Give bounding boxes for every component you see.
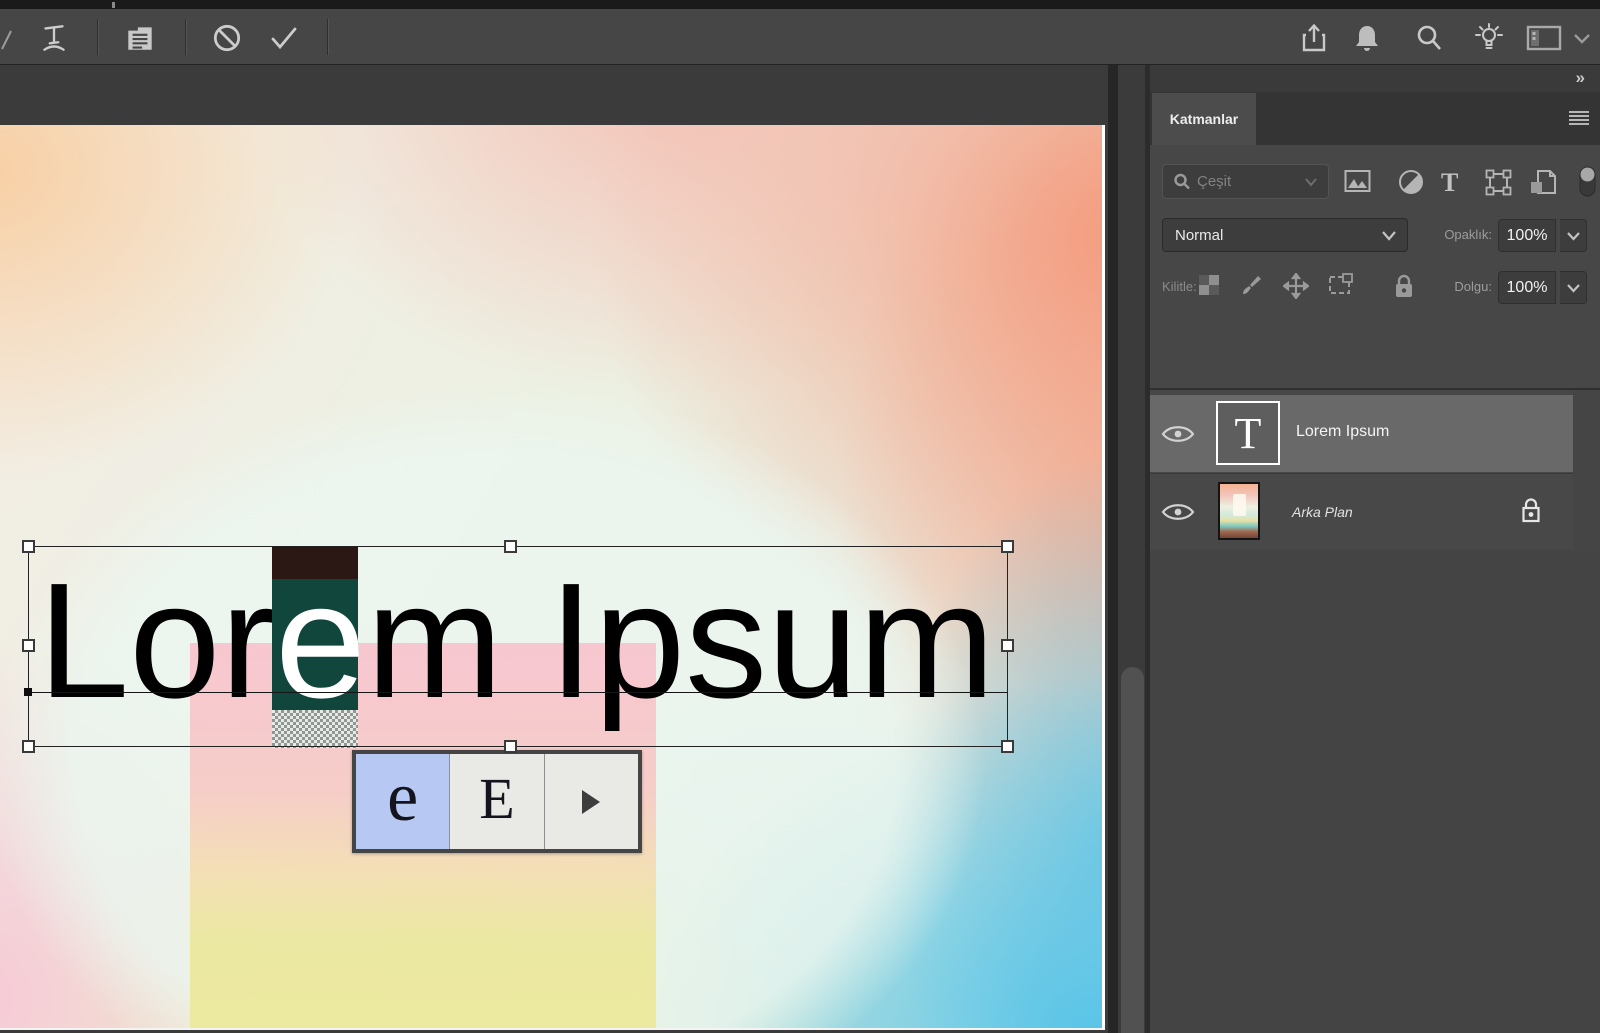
glyph-expand-button[interactable] bbox=[545, 754, 638, 849]
discover-icon[interactable] bbox=[1471, 20, 1507, 56]
pasteboard: Lorem Ipsum Lorem Ipsum e E bbox=[0, 65, 1148, 1033]
commit-edit-icon[interactable] bbox=[266, 20, 302, 56]
handle-bottom-left[interactable] bbox=[22, 740, 35, 753]
text-after-selection: m Ipsum bbox=[366, 549, 995, 732]
panel-header-strip: » bbox=[1150, 65, 1600, 92]
layer-filter-dropdown[interactable]: Çeşit bbox=[1162, 164, 1329, 199]
cancel-edit-icon[interactable] bbox=[209, 20, 245, 56]
chevron-down-icon[interactable] bbox=[1570, 20, 1594, 56]
filter-toggle-icon[interactable] bbox=[1577, 165, 1598, 198]
handle-middle-left[interactable] bbox=[22, 639, 35, 652]
text-baseline bbox=[28, 692, 1007, 693]
text-before-selection: Lor bbox=[38, 549, 275, 732]
thumbnail-T-glyph: T bbox=[1235, 408, 1262, 459]
filter-smart-object-icon[interactable] bbox=[1529, 169, 1557, 196]
baseline-marker bbox=[24, 688, 32, 696]
workspace-icon[interactable] bbox=[1524, 20, 1564, 56]
blend-mode-select[interactable]: Normal bbox=[1162, 218, 1408, 252]
lock-artboard-icon[interactable] bbox=[1326, 273, 1353, 297]
glyph-option-E[interactable]: E bbox=[450, 754, 544, 849]
lock-pixels-icon[interactable] bbox=[1240, 273, 1264, 297]
share-icon[interactable] bbox=[1296, 20, 1332, 56]
panel-tab-bar: Katmanlar bbox=[1150, 92, 1600, 145]
fill-label: Dolgu: bbox=[1428, 279, 1492, 294]
layer-name[interactable]: Arka Plan bbox=[1292, 504, 1353, 520]
background-layer-thumbnail[interactable] bbox=[1218, 482, 1260, 540]
opacity-dropdown-button[interactable] bbox=[1560, 219, 1587, 252]
warp-text-icon[interactable] bbox=[36, 20, 72, 56]
handle-bottom-center[interactable] bbox=[504, 740, 517, 753]
visibility-eye-icon[interactable] bbox=[1160, 421, 1196, 447]
filter-image-icon[interactable] bbox=[1344, 169, 1371, 193]
glyph-alternatives-popup: e E bbox=[352, 750, 642, 853]
canvas-edge-gap bbox=[1108, 65, 1118, 1033]
expand-triangle-icon bbox=[582, 790, 600, 814]
chevron-down-icon bbox=[1381, 230, 1397, 241]
layer-name[interactable]: Lorem Ipsum bbox=[1296, 423, 1389, 441]
lock-position-icon[interactable] bbox=[1283, 273, 1309, 299]
handle-middle-right[interactable] bbox=[1001, 639, 1014, 652]
blend-mode-value: Normal bbox=[1175, 227, 1381, 244]
lock-label: Kilitle: bbox=[1162, 279, 1197, 294]
tool-preset-fragment-icon bbox=[0, 29, 12, 51]
filter-shape-icon[interactable] bbox=[1485, 169, 1512, 196]
separator bbox=[97, 19, 98, 55]
text-layer-thumbnail[interactable]: T bbox=[1216, 401, 1280, 465]
visibility-eye-icon[interactable] bbox=[1160, 499, 1196, 525]
document-canvas[interactable]: Lorem Ipsum Lorem Ipsum e E bbox=[0, 125, 1105, 1030]
padlock-icon[interactable] bbox=[1520, 496, 1542, 524]
opacity-label: Opaklık: bbox=[1428, 227, 1492, 242]
separator bbox=[327, 19, 328, 55]
selected-character: e bbox=[275, 549, 366, 732]
layer-row-arka-plan[interactable]: Arka Plan bbox=[1150, 473, 1573, 549]
handle-top-center[interactable] bbox=[504, 540, 517, 553]
toggle-panels-icon[interactable] bbox=[122, 20, 158, 56]
divider bbox=[1150, 388, 1600, 390]
bell-icon[interactable] bbox=[1349, 20, 1385, 56]
panel-content: Çeşit T bbox=[1150, 145, 1600, 1033]
layer-list-empty-area bbox=[1150, 550, 1600, 1033]
bbox-top-line bbox=[28, 546, 1007, 547]
menu-bar-strip bbox=[0, 0, 1600, 9]
fill-dropdown-button[interactable] bbox=[1560, 271, 1587, 304]
search-icon[interactable] bbox=[1411, 20, 1447, 56]
glyph-option-e[interactable]: e bbox=[356, 754, 450, 849]
collapse-chevrons-icon[interactable]: » bbox=[1576, 68, 1586, 88]
chevron-down-icon bbox=[1304, 177, 1318, 187]
handle-top-left[interactable] bbox=[22, 540, 35, 553]
lock-all-icon[interactable] bbox=[1393, 273, 1415, 299]
panel-menu-icon[interactable] bbox=[1568, 110, 1590, 126]
layers-panel: » Katmanlar Çeşit bbox=[1150, 65, 1600, 1033]
tab-layers[interactable]: Katmanlar bbox=[1152, 93, 1256, 145]
layer-row-lorem-ipsum[interactable]: T Lorem Ipsum bbox=[1150, 395, 1573, 472]
handle-bottom-right[interactable] bbox=[1001, 740, 1014, 753]
handle-top-right[interactable] bbox=[1001, 540, 1014, 553]
opacity-value[interactable]: 100% bbox=[1498, 219, 1556, 252]
vertical-scrollbar[interactable] bbox=[1121, 667, 1144, 1033]
fill-value[interactable]: 100% bbox=[1498, 271, 1556, 304]
menu-bar-tick bbox=[112, 2, 115, 8]
separator bbox=[185, 19, 186, 55]
layer-list-gutter bbox=[1573, 390, 1600, 550]
filter-adjustment-icon[interactable] bbox=[1398, 169, 1424, 195]
lock-transparency-icon[interactable] bbox=[1197, 273, 1221, 297]
bbox-bottom-line bbox=[28, 746, 1007, 747]
options-bar bbox=[0, 9, 1600, 65]
search-icon bbox=[1173, 173, 1191, 191]
filter-kind-label: Çeşit bbox=[1197, 173, 1304, 190]
filter-type-icon[interactable]: T bbox=[1441, 168, 1458, 198]
selected-character-overlay: Lorem Ipsum bbox=[38, 559, 995, 723]
thumbnail-artwork-shape bbox=[1233, 494, 1246, 516]
